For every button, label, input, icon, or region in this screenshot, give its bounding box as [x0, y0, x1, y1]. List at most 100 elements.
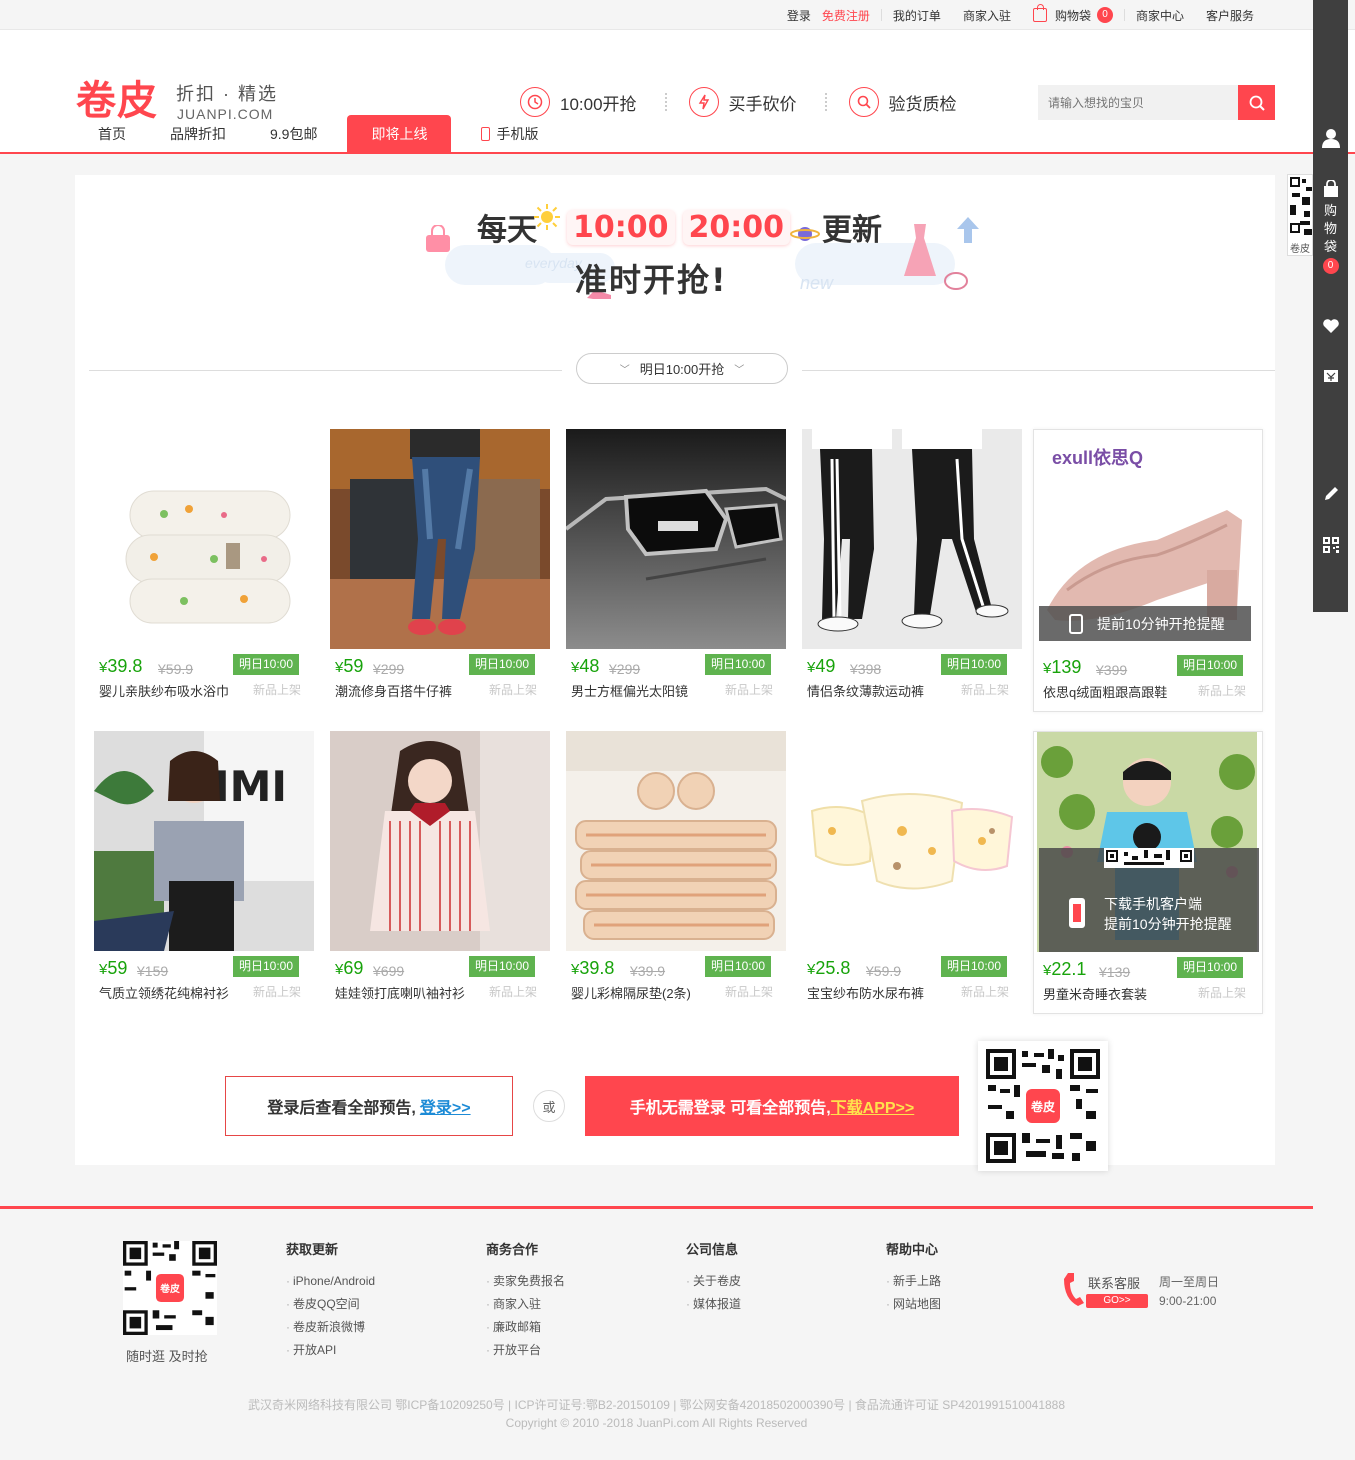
- footer-link[interactable]: 关于卷皮: [686, 1270, 741, 1293]
- product-name[interactable]: 情侣条纹薄款运动裤: [807, 681, 924, 700]
- product-name[interactable]: 宝宝纱布防水尿布裤: [807, 983, 924, 1002]
- register-link[interactable]: 免费注册: [822, 7, 881, 24]
- arrow-up-icon: [957, 217, 979, 243]
- feature-bargain: 买手砍价: [688, 87, 797, 117]
- coupon-button[interactable]: [1313, 366, 1348, 386]
- product-price: ¥39.8: [99, 656, 143, 676]
- product-card[interactable]: ¥39.8 ¥39.9 明日10:00 婴儿彩棉隔尿垫(2条) 新品上架: [564, 731, 786, 1014]
- nav-mobile[interactable]: 手机版: [459, 115, 560, 153]
- product-name[interactable]: 男士方框偏光太阳镜: [571, 681, 688, 700]
- site-header: 卷皮 折扣 · 精选 JUANPI.COM 10:00开抢 买手砍价 验货质检: [0, 30, 1355, 154]
- product-card[interactable]: ¥25.8 ¥59.9 明日10:00 宝宝纱布防水尿布裤 新品上架: [800, 731, 1022, 1014]
- product-image[interactable]: [94, 429, 314, 649]
- heart-icon: [1322, 319, 1339, 333]
- login-link[interactable]: 登录: [776, 7, 822, 24]
- merchant-center-link[interactable]: 商家中心: [1125, 7, 1195, 24]
- product-name[interactable]: 依思q绒面粗跟高跟鞋: [1043, 682, 1167, 701]
- login-link[interactable]: 登录>>: [420, 1094, 471, 1118]
- schedule-banner: everyday new 每天 10:00 20:00 更新 准时开抢!: [375, 185, 979, 305]
- product-image[interactable]: [566, 731, 786, 951]
- login-preview-button[interactable]: 登录后查看全部预告, 登录>>: [225, 1076, 513, 1136]
- customer-service-link[interactable]: 客户服务: [1195, 7, 1265, 24]
- product-image[interactable]: [330, 731, 550, 951]
- product-start-tag: 明日10:00: [1177, 655, 1243, 676]
- banner-watermark: new: [800, 273, 834, 293]
- product-card[interactable]: ¥69 ¥699 明日10:00 娃娃领打底喇叭袖衬衫 新品上架: [328, 731, 550, 1014]
- nav-brand-discount[interactable]: 品牌折扣: [148, 115, 248, 153]
- footer-qr-code: 卷皮: [123, 1241, 217, 1335]
- product-card[interactable]: ¥49 ¥398 明日10:00 情侣条纹薄款运动裤 新品上架: [800, 429, 1022, 712]
- download-overlay[interactable]: 下载手机客户端 提前10分钟开抢提醒: [1039, 848, 1259, 952]
- product-name[interactable]: 潮流修身百搭牛仔裤: [335, 681, 452, 700]
- footer-link[interactable]: 媒体报道: [686, 1293, 741, 1316]
- feature-label: 买手砍价: [728, 94, 797, 114]
- nav-free-shipping[interactable]: 9.9包邮: [248, 115, 339, 153]
- shopping-bag-icon: [1032, 4, 1047, 22]
- footer-link[interactable]: 开放平台: [486, 1339, 565, 1362]
- footer-column: 帮助中心 新手上路 网站地图: [886, 1239, 941, 1316]
- session-selector[interactable]: ﹀ 明日10:00开抢 ﹀: [576, 353, 788, 384]
- session-label: 明日10:00开抢: [639, 362, 725, 377]
- product-price: ¥139: [1043, 657, 1082, 677]
- merchant-join-link[interactable]: 商家入驻: [952, 7, 1022, 24]
- favorites-button[interactable]: [1313, 315, 1348, 337]
- footer-link[interactable]: 商家入驻: [486, 1293, 565, 1316]
- product-start-tag: 明日10:00: [941, 654, 1007, 675]
- my-orders-link[interactable]: 我的订单: [882, 7, 952, 24]
- product-image[interactable]: [566, 429, 786, 649]
- product-image[interactable]: IMI: [94, 731, 314, 951]
- footer-link[interactable]: 新手上路: [886, 1270, 941, 1293]
- feedback-button[interactable]: [1313, 483, 1348, 505]
- product-card[interactable]: ¥39.8 ¥59.9 明日10:00 婴儿亲肤纱布吸水浴巾 新品上架: [92, 429, 314, 712]
- product-card[interactable]: 下载手机客户端 提前10分钟开抢提醒 ¥22.1 ¥139 明日10:00 男童…: [1033, 731, 1263, 1014]
- footer-link[interactable]: 廉政邮箱: [486, 1316, 565, 1339]
- search-button[interactable]: [1238, 85, 1275, 120]
- contact-service-label[interactable]: 联系客服: [1088, 1273, 1140, 1292]
- pencil-icon: [1324, 487, 1338, 500]
- product-name[interactable]: 气质立领绣花纯棉衬衫: [99, 983, 229, 1002]
- product-card[interactable]: IMI ¥59 ¥159 明日10:00 气质立领绣花纯棉衬衫 新品上架: [92, 731, 314, 1014]
- shopping-bag-icon: [1323, 180, 1338, 197]
- product-name[interactable]: 婴儿彩棉隔尿垫(2条): [571, 983, 691, 1002]
- product-name[interactable]: 男童米奇睡衣套装: [1043, 984, 1147, 1003]
- product-card[interactable]: ¥59 ¥299 明日10:00 潮流修身百搭牛仔裤 新品上架: [328, 429, 550, 712]
- cart-label: 购物袋: [1054, 8, 1091, 23]
- product-status: 新品上架: [1198, 684, 1247, 698]
- footer-link[interactable]: 网站地图: [886, 1293, 941, 1316]
- product-name[interactable]: 娃娃领打底喇叭袖衬衫: [335, 983, 465, 1002]
- product-image[interactable]: [802, 731, 1022, 951]
- product-original-price: ¥399: [1096, 662, 1128, 678]
- shopping-bag-button[interactable]: 购物袋 0: [1313, 180, 1348, 290]
- search-input[interactable]: [1038, 85, 1238, 120]
- download-app-link[interactable]: 下载APP>>: [831, 1094, 915, 1118]
- app-qr-code: 卷皮: [978, 1041, 1108, 1171]
- qr-code-button[interactable]: [1313, 534, 1348, 556]
- product-price: ¥22.1: [1043, 959, 1087, 979]
- handbag-icon: [426, 225, 450, 252]
- footer-link[interactable]: 卷皮新浪微博: [286, 1316, 375, 1339]
- site-footer: 卷皮 随时逛 及时抢 获取更新 iPhone/Android 卷皮QQ空间 卷皮…: [0, 1206, 1313, 1460]
- footer-link[interactable]: 开放API: [286, 1339, 375, 1362]
- remind-bar[interactable]: 提前10分钟开抢提醒: [1039, 606, 1251, 641]
- qr-code-icon: [1104, 848, 1194, 868]
- user-center-button[interactable]: [1313, 125, 1348, 151]
- planet-icon: [790, 227, 820, 241]
- product-card[interactable]: exull依思Q 提前10分钟开抢提醒 ¥139 ¥399 明日10:00 依思…: [1033, 429, 1263, 712]
- product-name[interactable]: 婴儿亲肤纱布吸水浴巾: [99, 681, 229, 700]
- download-app-button[interactable]: 手机无需登录 可看全部预告, 下载APP>>: [585, 1076, 959, 1136]
- footer-link[interactable]: iPhone/Android: [286, 1270, 375, 1293]
- product-card[interactable]: ¥48 ¥299 明日10:00 男士方框偏光太阳镜 新品上架: [564, 429, 786, 712]
- footer-link[interactable]: 卷皮QQ空间: [286, 1293, 375, 1316]
- cart-link[interactable]: 购物袋 0: [1022, 4, 1124, 24]
- product-image[interactable]: [802, 429, 1022, 649]
- product-original-price: ¥699: [373, 963, 405, 979]
- product-image[interactable]: [330, 429, 550, 649]
- remind-text: 提前10分钟开抢提醒: [1097, 615, 1225, 632]
- brand-logo: exull依思Q: [1052, 448, 1144, 468]
- footer-link[interactable]: 卖家免费报名: [486, 1270, 565, 1293]
- nav-home[interactable]: 首页: [76, 115, 148, 153]
- contact-service-go-button[interactable]: GO>>: [1086, 1294, 1148, 1308]
- footer-column-title: 获取更新: [286, 1242, 339, 1257]
- main-content: everyday new 每天 10:00 20:00 更新 准时开抢! ﹀ 明…: [75, 175, 1275, 1171]
- nav-coming-soon[interactable]: 即将上线: [347, 115, 452, 153]
